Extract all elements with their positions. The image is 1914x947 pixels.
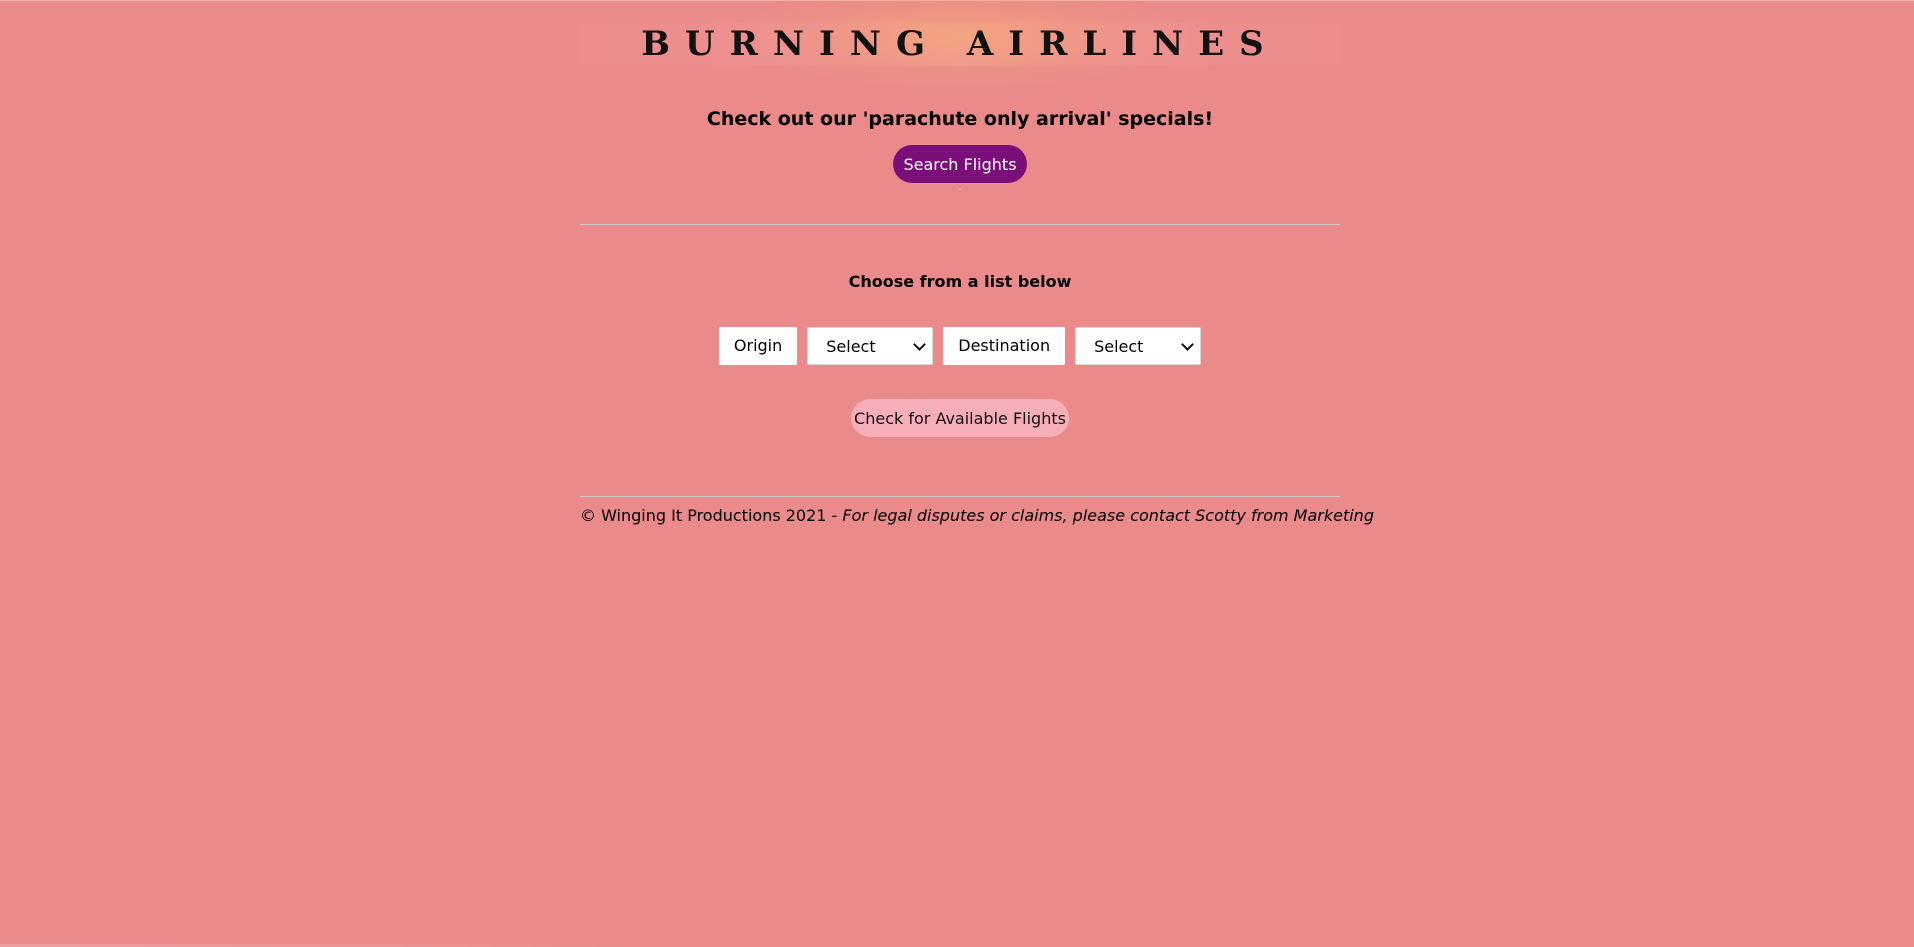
site-title: BURNING AIRLINES	[641, 24, 1279, 64]
promo-text: Check out our 'parachute only arrival' s…	[706, 108, 1214, 130]
site-header: BURNING AIRLINES	[580, 0, 1340, 90]
destination-select-value: Select	[1094, 336, 1144, 356]
route-selector-row: Origin Select Destination Select	[580, 327, 1340, 365]
footer-divider	[580, 496, 1340, 497]
divider-dot	[959, 189, 961, 190]
search-flights-button[interactable]: Search Flights	[893, 145, 1027, 183]
form-heading: Choose from a list below	[848, 272, 1072, 291]
destination-select[interactable]: Select	[1075, 327, 1202, 365]
footer-copyright: © Winging It Productions 2021 -	[580, 506, 838, 525]
chevron-down-icon	[913, 337, 927, 351]
origin-label: Origin	[718, 327, 798, 365]
origin-select-value: Select	[826, 336, 876, 356]
footer-note: For legal disputes or claims, please con…	[842, 506, 1374, 525]
chevron-down-icon	[1181, 337, 1194, 351]
section-divider	[580, 224, 1340, 225]
footer: © Winging It Productions 2021 - For lega…	[580, 505, 1374, 527]
origin-select[interactable]: Select	[807, 327, 934, 365]
check-flights-button[interactable]: Check for Available Flights	[851, 399, 1069, 437]
destination-label: Destination	[943, 327, 1066, 365]
page-container: BURNING AIRLINES Check out our 'parachut…	[580, 0, 1374, 527]
